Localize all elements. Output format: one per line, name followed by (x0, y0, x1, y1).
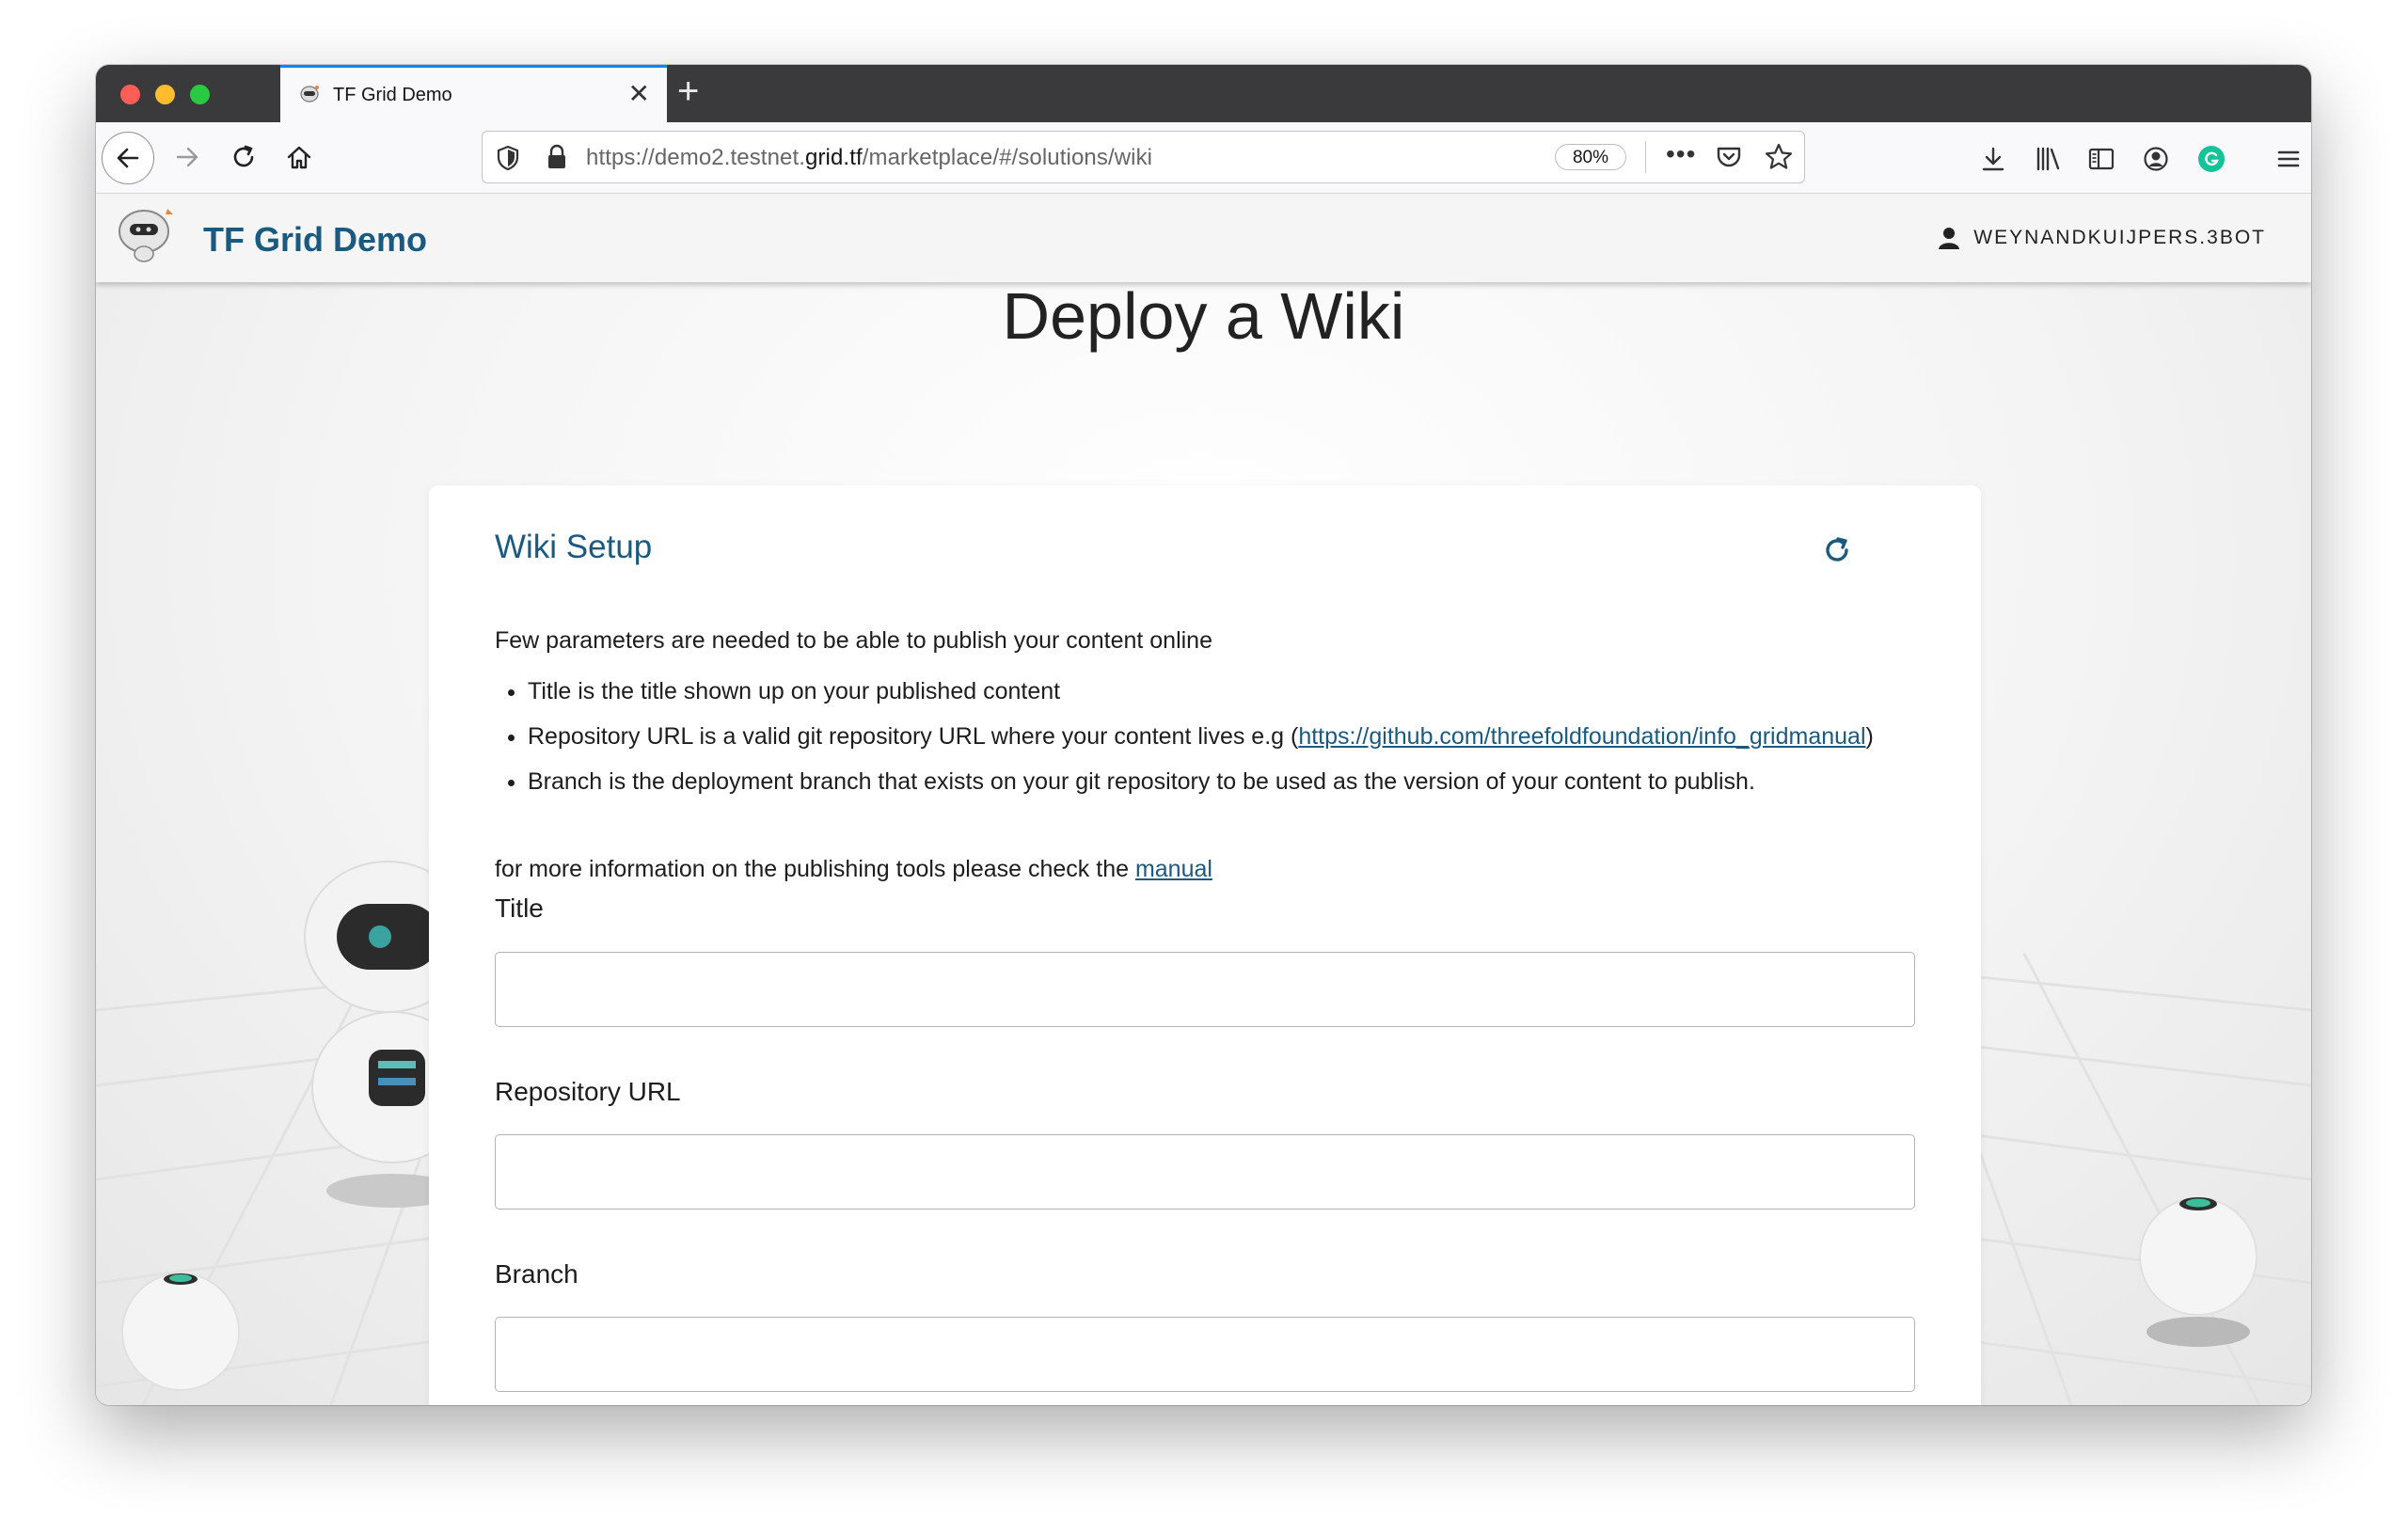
more-info-text: for more information on the publishing t… (495, 856, 1212, 883)
url-path: /marketplace/#/solutions/wiki (862, 145, 1153, 170)
browser-window: TF Grid Demo ✕ + https://demo2.testnet.g… (96, 65, 2311, 1405)
account-icon[interactable] (2142, 145, 2170, 173)
page-content: TF Grid Demo WEYNANDKUIJPERS.3BOT Deploy… (96, 194, 2311, 1405)
close-window-button[interactable] (120, 85, 140, 104)
list-item: Repository URL is a valid git repository… (528, 720, 1892, 754)
library-icon[interactable] (2034, 145, 2062, 173)
tab-title: TF Grid Demo (333, 85, 452, 105)
repository-url-input[interactable] (495, 1134, 1915, 1210)
tab-strip: TF Grid Demo ✕ + (96, 65, 2311, 122)
star-icon[interactable] (1764, 142, 1794, 172)
zoom-window-button[interactable] (190, 85, 210, 104)
title-label: Title (495, 894, 544, 923)
intro-text: Few parameters are needed to be able to … (495, 627, 1212, 654)
branch-input[interactable] (495, 1317, 1915, 1392)
forward-button[interactable] (166, 135, 209, 179)
back-button[interactable] (102, 132, 154, 184)
zoom-level-badge[interactable]: 80% (1555, 144, 1626, 170)
refresh-icon[interactable] (1821, 534, 1853, 566)
user-icon (1939, 228, 1960, 249)
page-actions-more-icon[interactable]: ••• (1666, 139, 1696, 169)
user-name: WEYNANDKUIJPERS.3BOT (1973, 227, 2266, 248)
list-item: Title is the title shown up on your publ… (528, 674, 1892, 709)
download-icon[interactable] (1979, 145, 2007, 173)
wiki-setup-card: Wiki Setup Few parameters are needed to … (429, 485, 1981, 1405)
url-divider (1645, 141, 1646, 173)
reload-button[interactable] (222, 135, 265, 179)
tf-robot-logo-icon[interactable] (113, 203, 179, 263)
list-item: Branch is the deployment branch that exi… (528, 765, 1892, 799)
reload-icon (233, 145, 254, 167)
shield-icon[interactable] (496, 145, 520, 171)
repo-example-link[interactable]: https://github.com/threefoldfoundation/i… (1298, 723, 1865, 750)
lock-icon[interactable] (545, 144, 569, 170)
parameter-list: Title is the title shown up on your publ… (495, 674, 1892, 810)
close-tab-icon[interactable]: ✕ (628, 81, 650, 107)
page-heading: Deploy a Wiki (1002, 279, 1405, 353)
home-icon (287, 146, 311, 169)
minimize-window-button[interactable] (155, 85, 175, 104)
small-robot-right-illustration (2139, 1197, 2258, 1347)
manual-link[interactable]: manual (1135, 856, 1212, 882)
new-tab-button[interactable]: + (677, 72, 699, 110)
grammarly-icon[interactable] (2197, 145, 2226, 173)
back-arrow-icon (117, 148, 139, 168)
url-scheme: https://demo2.testnet. (586, 145, 806, 170)
url-text[interactable]: https://demo2.testnet.grid.tf/marketplac… (586, 145, 1152, 171)
user-menu[interactable]: WEYNANDKUIJPERS.3BOT (1938, 226, 2266, 250)
sidebar-icon[interactable] (2087, 145, 2115, 173)
navigation-toolbar: https://demo2.testnet.grid.tf/marketplac… (96, 122, 2311, 194)
url-domain: grid.tf (805, 145, 863, 170)
tab-tf-grid-demo[interactable]: TF Grid Demo ✕ (280, 65, 667, 122)
bullet-branch-text: Branch is the deployment branch that exi… (528, 768, 1755, 795)
repository-url-label: Repository URL (495, 1077, 681, 1106)
forward-arrow-icon (176, 147, 198, 167)
bullet-repo-close: ) (1865, 723, 1874, 750)
card-title: Wiki Setup (495, 529, 653, 565)
address-bar[interactable]: https://demo2.testnet.grid.tf/marketplac… (482, 131, 1805, 183)
app-header: TF Grid Demo WEYNANDKUIJPERS.3BOT (96, 194, 2311, 282)
bullet-repo-text: Repository URL is a valid git repository… (528, 723, 1299, 750)
hamburger-menu-icon[interactable] (2274, 145, 2303, 173)
home-button[interactable] (277, 135, 321, 179)
more-info-prefix: for more information on the publishing t… (495, 856, 1135, 882)
small-robot-left-illustration (121, 1273, 240, 1391)
branch-label: Branch (495, 1259, 578, 1289)
tf-robot-favicon-icon (300, 86, 319, 103)
title-input[interactable] (495, 952, 1915, 1027)
pocket-icon[interactable] (1715, 143, 1743, 171)
bullet-title-text: Title is the title shown up on your publ… (528, 678, 1061, 704)
app-title[interactable]: TF Grid Demo (203, 220, 427, 260)
